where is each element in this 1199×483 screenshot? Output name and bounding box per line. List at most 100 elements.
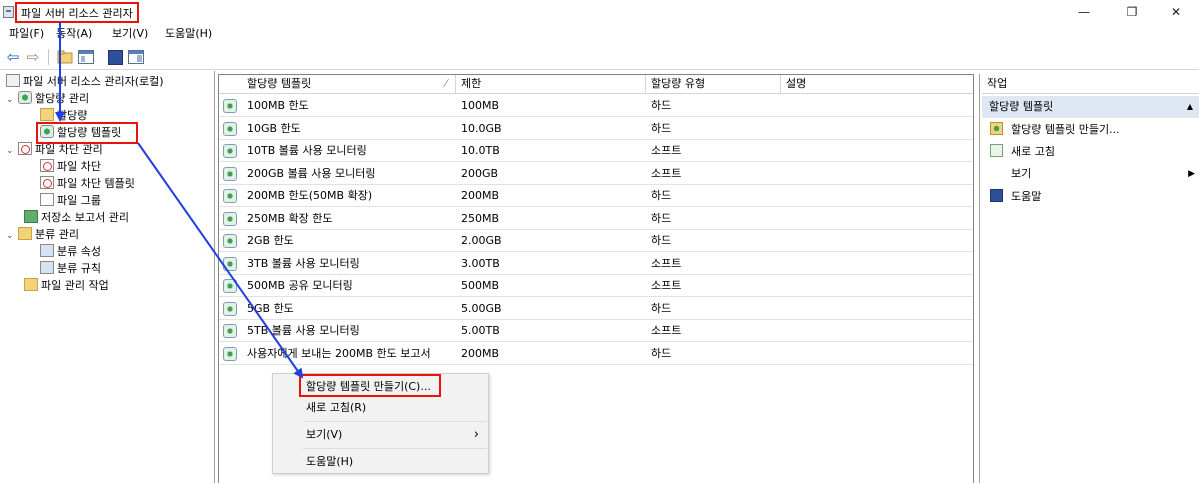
action-help[interactable]: 도움말 — [990, 187, 1041, 207]
back-arrow-icon[interactable]: ⇦ — [4, 48, 22, 66]
action-create-template-label: 할당량 템플릿 만들기... — [1011, 123, 1120, 136]
row-template-name: 200MB 한도(50MB 확장) — [247, 189, 373, 202]
table-row[interactable]: 10GB 한도 10.0GB 하드 — [219, 118, 973, 140]
tree-storage-reports-label: 저장소 보고서 관리 — [41, 211, 129, 224]
table-row[interactable]: 5TB 볼륨 사용 모니터링 5.00TB 소프트 — [219, 320, 973, 342]
collapse-icon[interactable]: ⌄ — [6, 143, 16, 160]
menu-view[interactable]: 보기(V) — [112, 26, 148, 42]
tree-file-management-tasks-label: 파일 관리 작업 — [41, 279, 109, 292]
row-template-name: 사용자에게 보내는 200MB 한도 보고서 — [247, 346, 431, 360]
row-template-name: 10TB 볼륨 사용 모니터링 — [247, 144, 367, 157]
collapse-icon[interactable]: ⌄ — [6, 92, 16, 109]
row-template-name: 10GB 한도 — [247, 121, 301, 135]
table-row[interactable]: 250MB 확장 한도 250MB 하드 — [219, 208, 973, 230]
tree-classification-rules-label: 분류 규칙 — [57, 262, 101, 275]
tree-storage-reports[interactable]: 저장소 보고서 관리 — [24, 209, 129, 226]
console-tree-icon[interactable] — [77, 48, 95, 66]
app-window: { "window": { "title": "파일 서버 리소스 관리자", … — [0, 0, 1199, 483]
action-help-label: 도움말 — [1011, 190, 1042, 203]
menu-file[interactable]: 파일(F) — [9, 26, 44, 42]
row-template-name: 250MB 확장 한도 — [247, 211, 333, 225]
actions-section-header[interactable]: 할당량 템플릿 ▲ — [982, 96, 1199, 118]
help-icon — [990, 189, 1003, 202]
context-help[interactable]: 도움말(H) — [306, 453, 353, 471]
quota-template-icon — [223, 166, 237, 181]
column-limit[interactable]: 제한 — [456, 75, 646, 94]
table-row[interactable]: 10TB 볼륨 사용 모니터링 10.0TB 소프트 — [219, 140, 973, 162]
context-view[interactable]: 보기(V) › — [306, 426, 481, 444]
tree-file-screens[interactable]: 파일 차단 — [40, 158, 101, 175]
tree-root-label: 파일 서버 리소스 관리자(로컬) — [23, 75, 164, 88]
row-limit: 5.00GB — [461, 301, 502, 315]
tree-root[interactable]: 파일 서버 리소스 관리자(로컬) — [6, 73, 164, 90]
quota-template-icon — [223, 301, 237, 316]
tree-quota-management[interactable]: ⌄ 할당량 관리 — [6, 90, 89, 107]
table-row[interactable]: 500MB 공유 모니터링 500MB 소프트 — [219, 275, 973, 297]
row-limit: 100MB — [461, 99, 500, 112]
tree-classification-properties[interactable]: 분류 속성 — [40, 243, 101, 260]
classification-property-icon — [40, 244, 54, 257]
quota-template-highlight — [36, 122, 138, 144]
classification-rule-icon — [40, 261, 54, 274]
context-view-label: 보기(V) — [306, 428, 343, 441]
create-template-icon — [990, 122, 1003, 135]
tree-classification[interactable]: ⌄ 분류 관리 — [6, 226, 79, 243]
column-template-name[interactable]: 할당량 템플릿 ⁄ — [219, 75, 456, 94]
row-limit: 10.0TB — [461, 144, 500, 157]
folder-up-icon[interactable] — [56, 48, 74, 66]
quota-management-icon — [18, 91, 32, 104]
row-template-name: 2GB 한도 — [247, 234, 294, 247]
row-limit: 200MB — [461, 189, 500, 202]
row-quota-type: 하드 — [651, 189, 672, 202]
menu-action[interactable]: 동작(A) — [56, 26, 92, 42]
tree-classification-rules[interactable]: 분류 규칙 — [40, 260, 101, 277]
tree-file-groups-label: 파일 그룹 — [57, 194, 101, 207]
menu-help[interactable]: 도움말(H) — [165, 26, 212, 42]
toolbar-separator — [48, 49, 49, 65]
action-refresh[interactable]: 새로 고침 — [990, 142, 1055, 162]
column-quota-type[interactable]: 할당량 유형 — [646, 75, 781, 94]
storage-report-icon — [24, 210, 38, 223]
show-hide-pane-icon[interactable] — [127, 48, 145, 66]
tree-file-screen-templates[interactable]: 파일 차단 템플릿 — [40, 175, 135, 192]
actions-title: 작업 — [982, 74, 1199, 94]
table-row[interactable]: 200GB 볼륨 사용 모니터링 200GB 소프트 — [219, 163, 973, 185]
row-quota-type: 소프트 — [651, 166, 682, 180]
table-row[interactable]: 5GB 한도 5.00GB 하드 — [219, 298, 973, 320]
table-row[interactable]: 사용자에게 보내는 200MB 한도 보고서 200MB 하드 — [219, 343, 973, 365]
title-bar: 파일 서버 리소스 관리자 — ❐ ✕ — [0, 0, 1199, 24]
table-row[interactable]: 3TB 볼륨 사용 모니터링 3.00TB 소프트 — [219, 253, 973, 275]
tree-file-groups[interactable]: 파일 그룹 — [40, 192, 101, 209]
tree-quotas-label: 할당량 — [57, 109, 88, 122]
tree-file-screen-templates-label: 파일 차단 템플릿 — [57, 177, 135, 190]
help-icon[interactable] — [106, 48, 124, 66]
row-template-name: 500MB 공유 모니터링 — [247, 279, 353, 292]
collapse-icon[interactable]: ⌄ — [6, 228, 16, 245]
tree-file-screens-label: 파일 차단 — [57, 160, 101, 173]
collapse-section-icon[interactable]: ▲ — [1187, 96, 1193, 118]
tree-file-management-tasks[interactable]: 파일 관리 작업 — [24, 277, 109, 294]
action-view-label: 보기 — [1011, 167, 1032, 180]
action-view[interactable]: 보기 ▶ — [990, 164, 1195, 184]
table-row[interactable]: 200MB 한도(50MB 확장) 200MB 하드 — [219, 185, 973, 207]
context-refresh[interactable]: 새로 고침(R) — [306, 399, 366, 417]
toolbar: ⇦ ⇨ — [0, 44, 1199, 70]
row-template-name: 5TB 볼륨 사용 모니터링 — [247, 324, 360, 337]
quota-template-icon — [223, 211, 237, 226]
row-quota-type: 하드 — [651, 234, 672, 247]
row-limit: 200GB — [461, 166, 499, 180]
minimize-button[interactable]: — — [1061, 0, 1107, 24]
row-limit: 250MB — [461, 211, 500, 225]
column-description[interactable]: 설명 — [781, 75, 973, 94]
table-row[interactable]: 100MB 한도 100MB 하드 — [219, 95, 973, 117]
menu-bar: 파일(F) 동작(A) 보기(V) 도움말(H) — [0, 24, 1199, 44]
view-spacer — [990, 166, 1003, 179]
forward-arrow-icon[interactable]: ⇨ — [24, 48, 42, 66]
maximize-button[interactable]: ❐ — [1109, 0, 1155, 24]
quota-template-icon — [223, 256, 237, 271]
table-row[interactable]: 2GB 한도 2.00GB 하드 — [219, 230, 973, 252]
close-button[interactable]: ✕ — [1153, 0, 1199, 24]
action-create-template[interactable]: 할당량 템플릿 만들기... — [990, 120, 1120, 140]
row-limit: 5.00TB — [461, 324, 500, 337]
app-icon — [3, 6, 14, 18]
